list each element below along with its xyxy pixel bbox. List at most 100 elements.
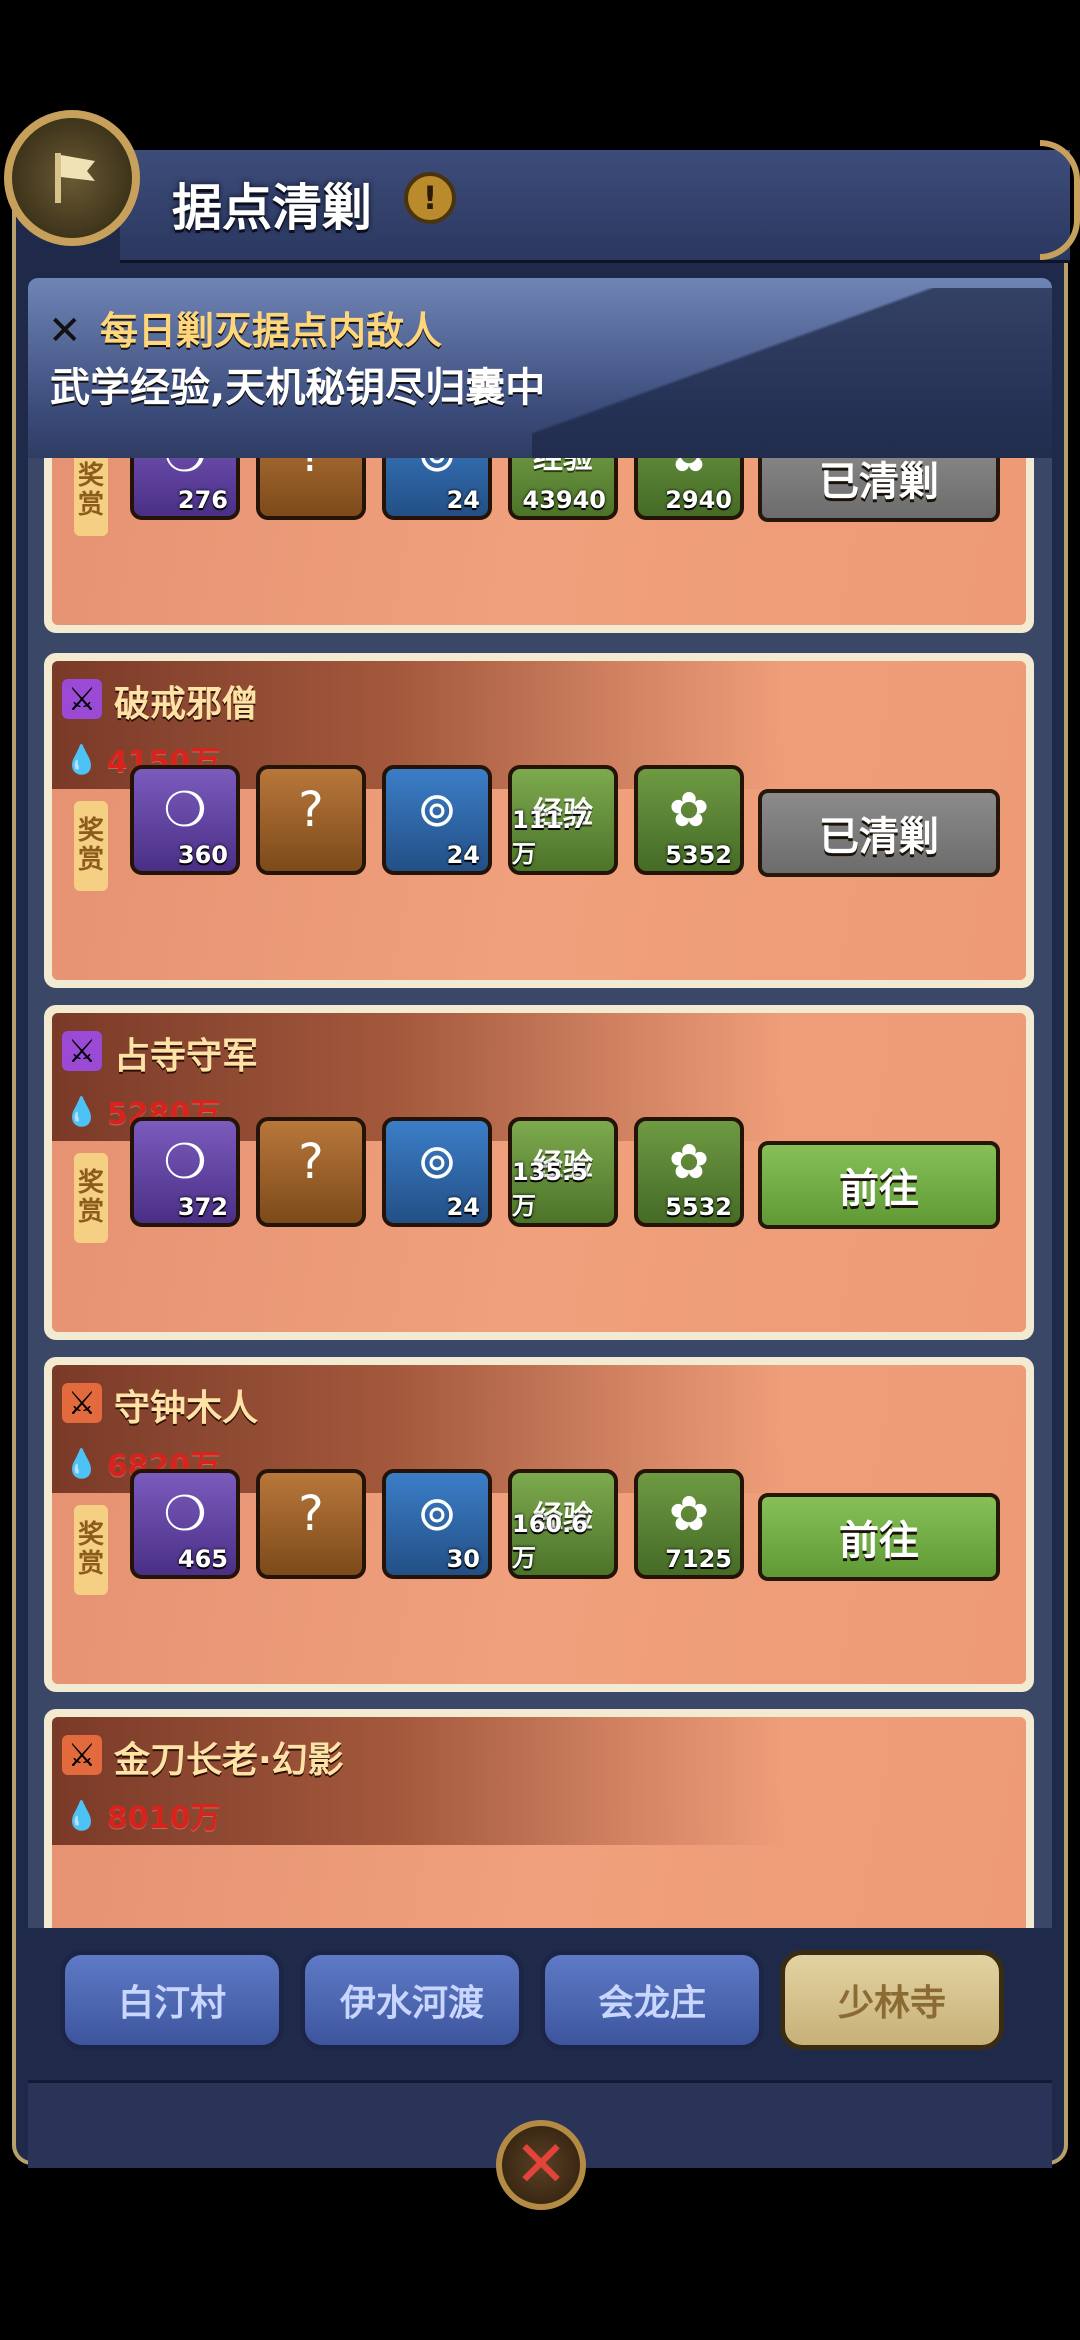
reward-label-top: 奖	[77, 1168, 104, 1199]
tab-yishuihedu[interactable]: 伊水河渡	[300, 1950, 524, 2050]
prayer-beads-icon[interactable]: ⊚ 24	[382, 1117, 492, 1227]
power-value: 8010万	[106, 1801, 221, 1836]
reward-glyph: ✿	[668, 1133, 710, 1190]
enemy-name: 破戒邪僧	[114, 684, 259, 725]
card-body: ⚔ 金刀长老·幻影 💧 8010万	[52, 1717, 1026, 1928]
reward-glyph: ⊚	[416, 1485, 458, 1542]
mystery-key-icon[interactable]: ?	[256, 1117, 366, 1227]
page-title: 据点清剿	[172, 179, 372, 237]
skill-book-icon[interactable]: ❍ 372	[130, 1117, 240, 1227]
reward-label: 奖赏	[74, 1505, 108, 1595]
reward-glyph: ?	[298, 1485, 324, 1542]
mystery-key-icon[interactable]: ?	[256, 765, 366, 875]
reward-glyph: ⊚	[416, 781, 458, 838]
banner-title: 每日剿灭据点内敌人	[100, 309, 443, 353]
sword-icon: ⚔	[62, 679, 102, 719]
reward-label-bottom: 赏	[77, 845, 104, 875]
skill-book-icon[interactable]: ❍ 465	[130, 1469, 240, 1579]
experience-icon[interactable]: 经验 160.6万	[508, 1469, 618, 1579]
power-flame-icon: 💧	[64, 1446, 99, 1480]
close-icon[interactable]: ✕	[496, 2120, 586, 2210]
enemy-name: 守钟木人	[114, 1388, 259, 1429]
reward-count: 7125	[665, 1545, 732, 1573]
prayer-beads-icon[interactable]: ⊚ 24	[382, 765, 492, 875]
coin-knot-icon[interactable]: ✿ 7125	[634, 1469, 744, 1579]
experience-icon[interactable]: 经验 135.5万	[508, 1117, 618, 1227]
reward-glyph: ⊚	[416, 1133, 458, 1190]
tab-baitingcun[interactable]: 白汀村	[60, 1950, 284, 2050]
reward-count: 24	[446, 841, 480, 869]
banner-mountain	[532, 288, 1052, 458]
reward-label: 奖赏	[74, 1153, 108, 1243]
reward-glyph: ?	[260, 458, 362, 496]
reward-label-top: 奖	[77, 1520, 104, 1551]
card-body: 💧172万奖赏❍276?⊚24经验43940✿2940已清剿	[52, 458, 1026, 625]
reward-count: 111.7万	[512, 806, 588, 868]
reward-label-top: 奖	[77, 816, 104, 847]
mystery-key-icon[interactable]: ?	[256, 458, 366, 520]
prayer-beads-icon[interactable]: ⊚24	[382, 458, 492, 520]
enemy-name: 金刀长老·幻影	[114, 1740, 344, 1781]
reward-count: 135.5万	[512, 1158, 588, 1220]
reward-label-bottom: 赏	[77, 1197, 104, 1227]
reward-label-bottom: 赏	[77, 490, 104, 520]
coin-knot-icon[interactable]: ✿ 5532	[634, 1117, 744, 1227]
power-flame-icon: 💧	[64, 1094, 99, 1128]
stronghold-list[interactable]: 💧172万奖赏❍276?⊚24经验43940✿2940已清剿⚔破戒邪僧💧4150…	[28, 458, 1052, 1928]
go-button[interactable]: 前往	[758, 1141, 1000, 1229]
reward-glyph: ❍	[163, 781, 207, 838]
card-body: ⚔ 破戒邪僧 💧 4150万奖赏 ❍ 360? ⊚ 24 经验 111.7万 ✿ 5352 已清剿	[52, 661, 1026, 980]
reward-label: 奖赏	[74, 458, 108, 536]
reward-count: 30	[446, 1545, 480, 1573]
crossed-swords-icon: ✕	[48, 308, 82, 354]
enemy-card: ⚔ 金刀长老·幻影 💧 8010万	[44, 1709, 1034, 1928]
reward-count: 360	[177, 841, 228, 869]
experience-icon[interactable]: 经验 111.7万	[508, 765, 618, 875]
skill-book-icon[interactable]: ❍276	[130, 458, 240, 520]
reward-glyph: ✿	[668, 1485, 710, 1542]
reward-count: 160.6万	[512, 1510, 588, 1572]
reward-label-top: 奖	[77, 461, 104, 492]
card-body: ⚔ 守钟木人 💧 6820万奖赏 ❍ 465? ⊚ 30 经验 160.6万 ✿ 7125 前往	[52, 1365, 1026, 1684]
reward-count: 24	[446, 1193, 480, 1221]
power-display: 💧 8010万	[64, 1793, 220, 1837]
info-icon[interactable]: !	[404, 172, 456, 224]
cleared-button[interactable]: 已清剿	[758, 789, 1000, 877]
coin-knot-icon[interactable]: ✿2940	[634, 458, 744, 520]
reward-glyph: ❍	[163, 1133, 207, 1190]
reward-label: 奖赏	[74, 801, 108, 891]
enemy-card: 💧172万奖赏❍276?⊚24经验43940✿2940已清剿	[44, 458, 1034, 633]
coin-knot-icon[interactable]: ✿ 5352	[634, 765, 744, 875]
enemy-card: ⚔ 破戒邪僧 💧 4150万奖赏 ❍ 360? ⊚ 24 经验 111.7万 ✿ 5352 已清剿	[44, 653, 1034, 988]
reward-count: 43940	[522, 486, 607, 514]
region-tabs: 白汀村 伊水河渡 会龙庄 少林寺	[60, 1950, 1020, 2060]
enemy-name: 占寺守军	[114, 1036, 259, 1077]
skill-book-icon[interactable]: ❍ 360	[130, 765, 240, 875]
reward-count: 2940	[665, 486, 732, 514]
mystery-key-icon[interactable]: ?	[256, 1469, 366, 1579]
reward-glyph: ?	[298, 1133, 324, 1190]
reward-glyph: ❍	[163, 1485, 207, 1542]
tab-huilongzhuang[interactable]: 会龙庄	[540, 1950, 764, 2050]
reward-label-bottom: 赏	[77, 1549, 104, 1579]
reward-glyph: ?	[298, 781, 324, 838]
reward-count: 5532	[665, 1193, 732, 1221]
go-button[interactable]: 前往	[758, 1493, 1000, 1581]
tab-shaolinsi[interactable]: 少林寺	[780, 1950, 1004, 2050]
experience-icon[interactable]: 经验 43940	[508, 458, 618, 520]
enemy-card: ⚔ 占寺守军 💧 5280万奖赏 ❍ 372? ⊚ 24 经验 135.5万 ✿ 5532 前往	[44, 1005, 1034, 1340]
flag-emblem-icon	[4, 110, 140, 246]
power-flame-icon: 💧	[64, 1798, 99, 1832]
prayer-beads-icon[interactable]: ⊚ 30	[382, 1469, 492, 1579]
reward-count: 465	[177, 1545, 228, 1573]
banner-subtitle: 武学经验,天机秘钥尽归囊中	[50, 365, 546, 411]
reward-count: 276	[177, 486, 228, 514]
cleared-button[interactable]: 已清剿	[758, 458, 1000, 522]
reward-glyph: ✿	[668, 781, 710, 838]
reward-count: 5352	[665, 841, 732, 869]
frame-ornament	[1040, 140, 1080, 260]
power-flame-icon: 💧	[64, 742, 99, 776]
sword-icon: ⚔	[62, 1031, 102, 1071]
reward-count: 372	[177, 1193, 228, 1221]
enemy-card: ⚔ 守钟木人 💧 6820万奖赏 ❍ 465? ⊚ 30 经验 160.6万 ✿ 7125 前往	[44, 1357, 1034, 1692]
